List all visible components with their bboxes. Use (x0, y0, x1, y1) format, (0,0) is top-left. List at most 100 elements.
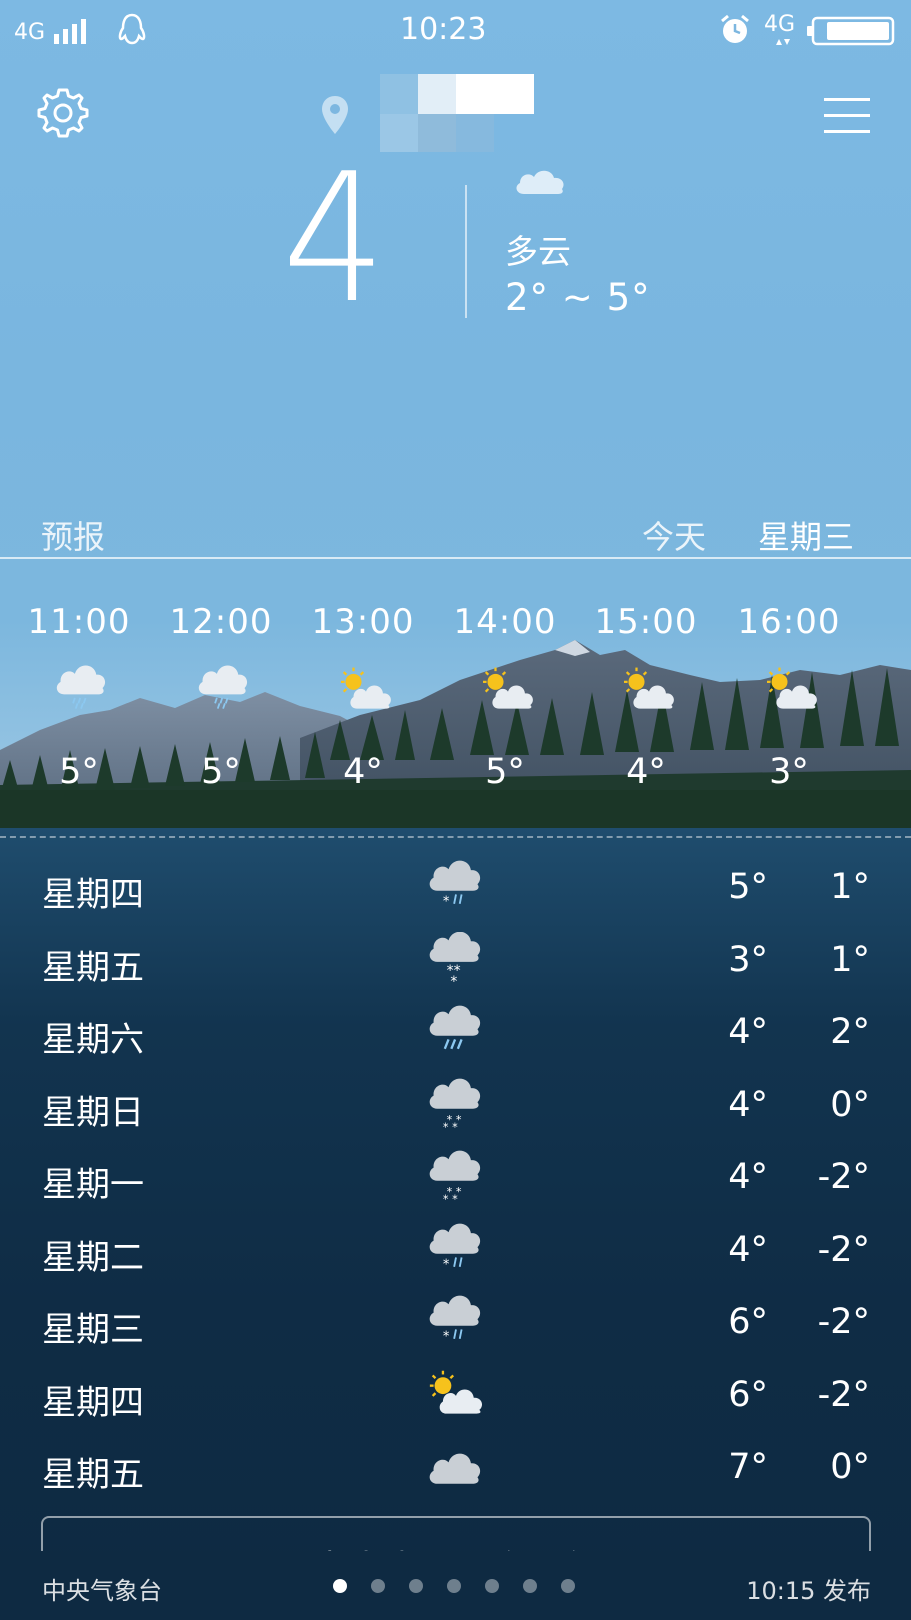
rain-cloud-icon (56, 665, 106, 709)
current-temp-range: 2° ~ 5° (505, 276, 651, 319)
daily-row: 星期日 * * * * 4° 0° (0, 1073, 911, 1145)
publish-time: 10:15 发布 (746, 1577, 871, 1605)
page-dot[interactable] (485, 1579, 499, 1593)
day-low: 1° (830, 867, 870, 907)
location-name-pixelated (380, 74, 535, 152)
page-dot[interactable] (523, 1579, 537, 1593)
day-name: 星期五 (42, 947, 144, 988)
forecast-weekday-label: 星期三 (758, 518, 855, 556)
day-name: 星期五 (42, 1455, 144, 1495)
page-dot[interactable] (561, 1579, 575, 1593)
hourly-temperature: 5° (201, 752, 241, 792)
battery-icon (807, 16, 895, 46)
day-high: 3° (728, 939, 768, 980)
status-bar: 4G 10:23 4G (0, 0, 911, 62)
day-high: 4° (728, 1229, 768, 1270)
day-name: 星期四 (42, 875, 144, 915)
daily-row: 星期五 7° 0° (0, 1435, 911, 1507)
hourly-item: 13:00 4° (298, 602, 428, 802)
partly-cloudy-icon (429, 1370, 483, 1414)
day-high: 6° (728, 1374, 768, 1415)
location-pin-icon (322, 96, 348, 134)
page-dot[interactable] (409, 1579, 423, 1593)
sleet-icon: * (429, 1295, 481, 1345)
network-type-right: 4G (764, 12, 796, 37)
hourly-time: 15:00 (594, 602, 698, 642)
svg-text:*: * (450, 974, 457, 988)
day-high: 4° (728, 1157, 768, 1197)
current-temperature: 4 (282, 135, 386, 342)
svg-text:* *: * * (443, 1121, 458, 1133)
day-name: 星期三 (42, 1310, 144, 1350)
network-type-left: 4G (14, 20, 46, 45)
day-high: 7° (728, 1447, 768, 1487)
signal-strength-icon (54, 19, 86, 44)
day-high: 4° (728, 1084, 768, 1125)
day-low: -2° (817, 1374, 870, 1415)
svg-text:* *: * * (443, 1193, 458, 1205)
sleet-icon: * (429, 1223, 481, 1272)
data-arrows-icon (776, 39, 790, 45)
hourly-temperature: 5° (59, 752, 99, 792)
settings-gear-icon[interactable] (36, 86, 90, 140)
hourly-time: 11:00 (27, 602, 131, 642)
day-high: 6° (728, 1302, 768, 1342)
page-dot[interactable] (447, 1579, 461, 1593)
light-snow-icon: * ** * (429, 1078, 481, 1133)
hourly-item: 11:00 5° (14, 602, 144, 802)
partly-cloudy-icon (341, 667, 391, 709)
day-low: -2° (817, 1229, 870, 1270)
daily-row: 星期二 * 4° -2° (0, 1218, 911, 1290)
rain-icon (429, 1005, 481, 1050)
svg-text:*: * (443, 1330, 450, 1345)
day-name: 星期二 (42, 1237, 144, 1278)
snow-icon: *** (429, 931, 481, 988)
menu-hamburger-icon[interactable] (822, 96, 872, 136)
page-dot[interactable] (333, 1579, 347, 1593)
partly-cloudy-icon (624, 667, 674, 709)
day-high: 5° (728, 867, 768, 907)
hourly-time: 14:00 (453, 602, 557, 642)
page-dot[interactable] (371, 1579, 385, 1593)
daily-row: 星期三 * 6° -2° (0, 1290, 911, 1362)
current-condition: 多云 (505, 232, 571, 271)
rain-cloud-icon (198, 665, 248, 709)
hourly-item: 14:00 5° (440, 602, 570, 802)
hourly-time: 13:00 (311, 602, 415, 642)
forecast-label: 预报 (41, 518, 106, 556)
day-name: 星期四 (42, 1382, 144, 1423)
data-source: 中央气象台 (42, 1577, 162, 1605)
daily-row: 星期四 * 5° 1° (0, 855, 911, 927)
hourly-temperature: 3° (769, 752, 809, 792)
day-name: 星期六 (42, 1020, 144, 1060)
current-cloud-icon (516, 170, 564, 194)
hourly-time: 12:00 (169, 602, 273, 642)
hourly-temperature: 5° (485, 752, 525, 792)
day-low: 1° (830, 939, 870, 980)
day-name: 星期日 (42, 1092, 144, 1133)
current-divider (465, 185, 467, 318)
daily-row: 星期五 ** * 3° 1° (0, 928, 911, 1000)
day-low: 0° (830, 1447, 870, 1487)
hourly-item: 12:00 5° (156, 602, 286, 802)
footer-bar: 中央气象台 10:15 发布 (0, 1551, 911, 1620)
day-low: -2° (817, 1302, 870, 1342)
daily-row: 星期一 * * * * 4° -2° (0, 1145, 911, 1217)
hourly-item: 15:00 4° (581, 602, 711, 802)
horizon-dashed-line (0, 836, 911, 838)
cloudy-icon (429, 1453, 481, 1484)
light-snow-icon: * ** * (429, 1150, 481, 1205)
partly-cloudy-icon (767, 667, 817, 709)
svg-text:*: * (443, 1257, 450, 1272)
hourly-temperature: 4° (343, 752, 383, 792)
daily-row: 星期六 4° 2° (0, 1000, 911, 1072)
forecast-today-label: 今天 (642, 518, 707, 556)
clock-time: 10:23 (400, 12, 487, 47)
partly-cloudy-icon (483, 667, 533, 709)
day-low: -2° (817, 1157, 870, 1197)
day-low: 0° (830, 1084, 870, 1125)
hourly-item: 16:00 3° (724, 602, 854, 802)
daily-row: 星期四 6° -2° (0, 1363, 911, 1435)
day-low: 2° (830, 1012, 870, 1052)
sleet-icon: * (429, 860, 481, 910)
